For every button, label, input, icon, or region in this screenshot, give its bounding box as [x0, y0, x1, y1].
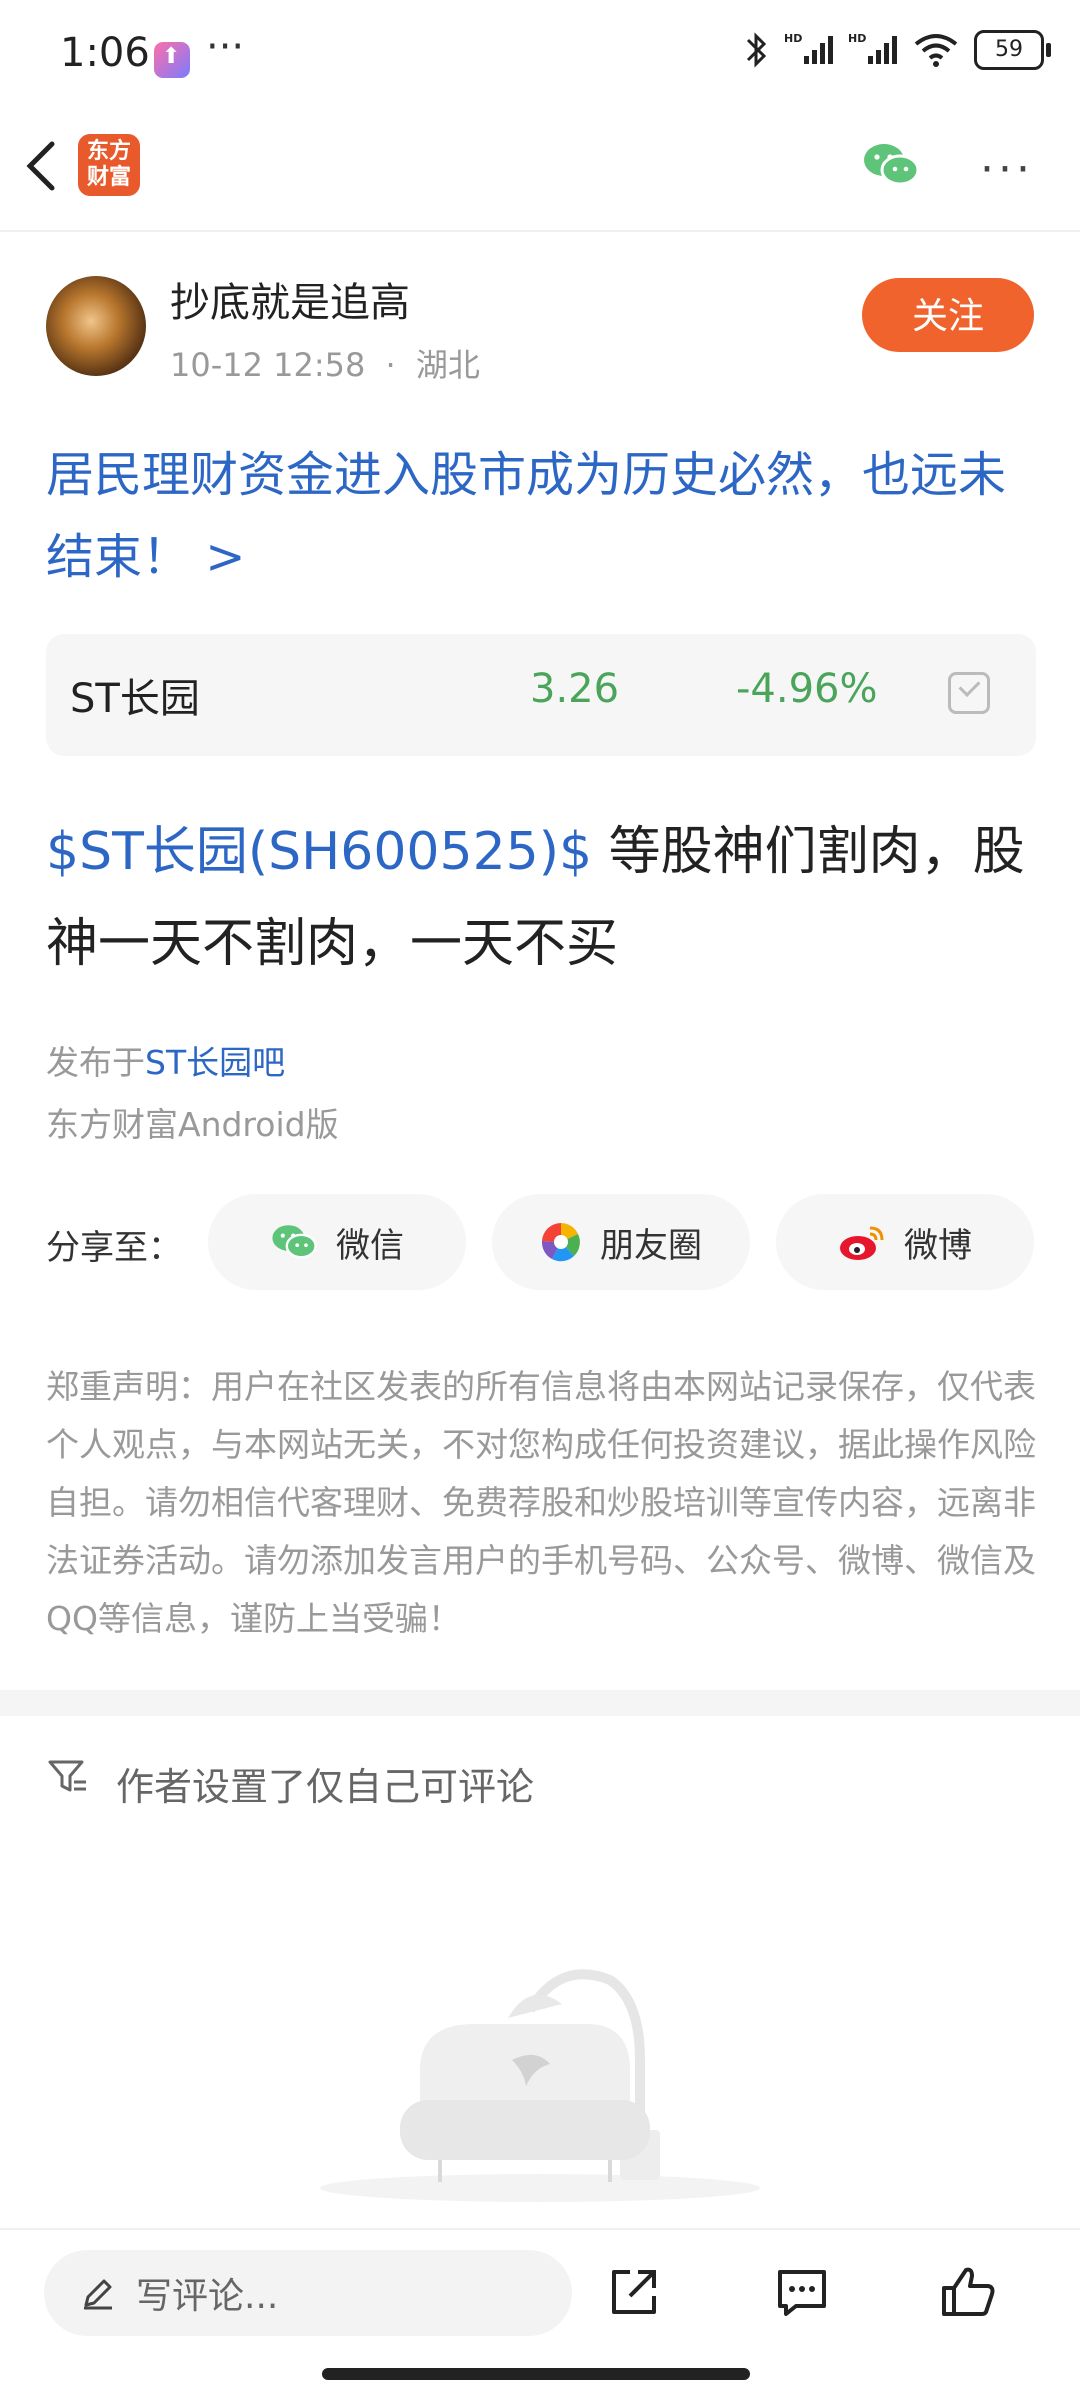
status-more-icon: ···	[206, 24, 245, 70]
svg-text:HD: HD	[848, 32, 866, 45]
back-arrow-icon[interactable]	[22, 140, 62, 192]
share-icon[interactable]	[604, 2262, 664, 2322]
disclaimer-text: 郑重声明：用户在社区发表的所有信息将由本网站记录保存，仅代表个人观点，与本网站无…	[46, 1367, 1036, 1638]
section-divider	[0, 1690, 1080, 1716]
published-in: 发布于ST长园吧	[46, 1036, 285, 1084]
empty-state-illustration	[320, 1969, 760, 2202]
weibo-icon	[840, 1226, 884, 1260]
watchlist-check-icon[interactable]	[948, 672, 990, 714]
post-date: 10-12 12:58	[170, 346, 366, 384]
stock-bar-link[interactable]: ST长园吧	[145, 1043, 285, 1082]
post-body: $ST长园(SH600525)$ 等股神们割肉，股神一天不割肉，一天不买	[46, 806, 1040, 990]
follow-button[interactable]: 关注	[862, 278, 1034, 352]
more-options-icon[interactable]: ···	[980, 144, 1034, 195]
share-moments-button[interactable]: 朋友圈	[492, 1194, 750, 1290]
app-notification-icon	[154, 42, 190, 78]
comment-placeholder: 写评论...	[136, 2276, 279, 2317]
wifi-icon	[914, 34, 958, 67]
share-moments-label: 朋友圈	[600, 1225, 702, 1266]
stock-change: -4.96%	[736, 666, 878, 712]
post-location: 湖北	[415, 346, 480, 384]
status-icons: HD HD 59	[744, 30, 1051, 70]
share-weibo-button[interactable]: 微博	[776, 1194, 1034, 1290]
wechat-icon	[272, 1225, 317, 1259]
comment-icon[interactable]	[772, 2262, 832, 2322]
pencil-icon	[84, 2279, 112, 2310]
related-article-link[interactable]: 居民理财资金进入股市成为历史必然，也远未结束！ >	[46, 434, 1036, 598]
avatar[interactable]	[46, 276, 146, 376]
home-indicator	[322, 2368, 750, 2380]
published-in-prefix: 发布于	[46, 1043, 145, 1082]
signal-icon: HD	[784, 32, 833, 64]
share-weibo-label: 微博	[904, 1225, 972, 1266]
status-bar: 1:06 ··· HD HD 59	[0, 0, 1080, 120]
battery-icon: 59	[974, 30, 1051, 70]
bluetooth-icon	[746, 32, 767, 68]
stock-name: ST长园	[70, 676, 200, 722]
meta-separator: ·	[385, 346, 396, 384]
wechat-share-icon[interactable]	[862, 140, 920, 190]
share-wechat-button[interactable]: 微信	[208, 1194, 466, 1290]
client-info: 东方财富Android版	[46, 1105, 339, 1144]
comment-restriction-notice: 作者设置了仅自己可评论	[116, 1765, 535, 1809]
comment-input[interactable]: 写评论...	[44, 2250, 572, 2336]
share-label: 分享至：	[46, 1228, 182, 1268]
status-time: 1:06	[60, 30, 150, 76]
author-name[interactable]: 抄底就是追高	[170, 270, 410, 328]
post-meta: 10-12 12:58 · 湖北	[170, 340, 480, 386]
share-wechat-label: 微信	[336, 1225, 404, 1266]
signal-icon-2: HD	[848, 32, 897, 64]
stock-price: 3.26	[530, 666, 620, 712]
moments-icon	[541, 1223, 580, 1262]
app-logo: 东方 财富	[78, 134, 140, 196]
stock-cashtag-link[interactable]: $ST长园(SH600525)$	[46, 822, 592, 882]
filter-icon	[48, 1760, 86, 1792]
svg-text:HD: HD	[784, 32, 802, 45]
thumbs-up-icon[interactable]	[938, 2262, 998, 2322]
